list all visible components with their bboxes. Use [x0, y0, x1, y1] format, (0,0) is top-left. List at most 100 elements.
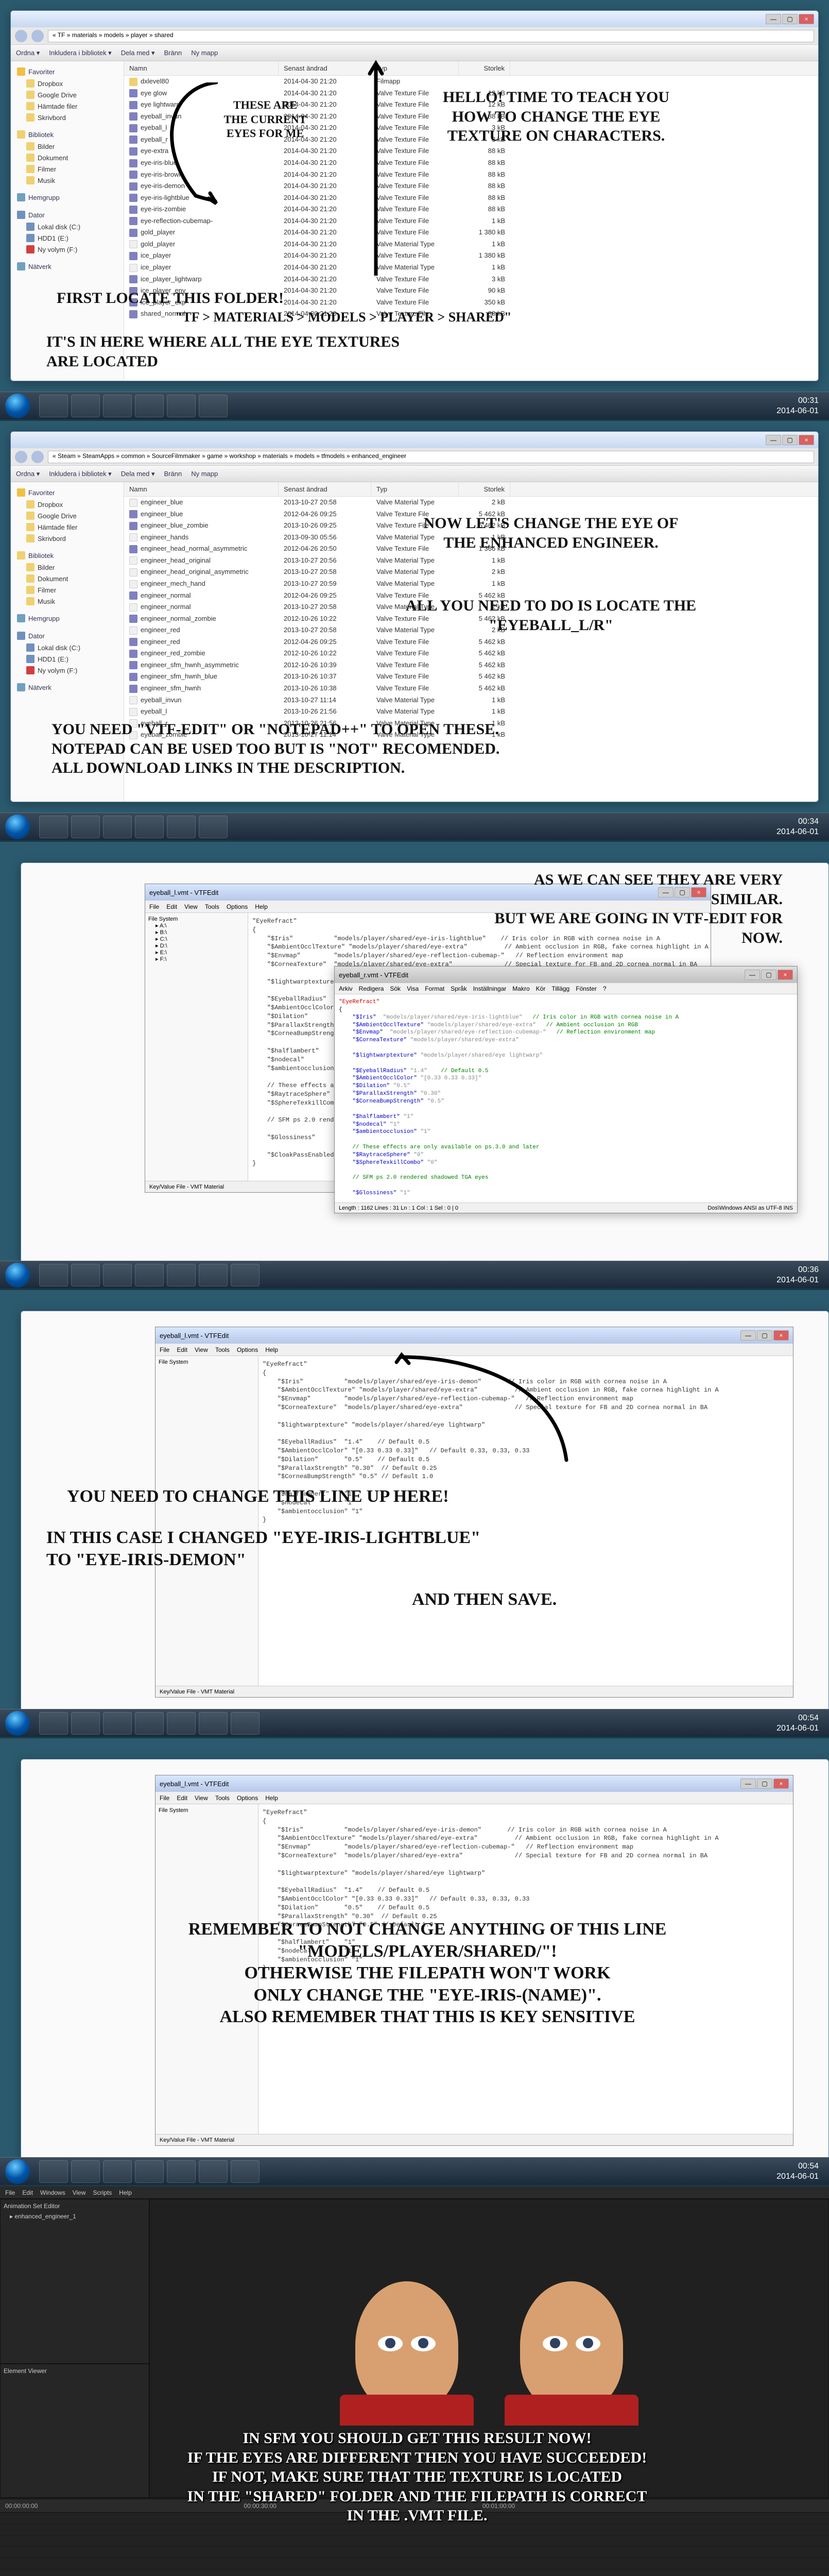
- file-row[interactable]: engineer_head_original2013-10-27 20:56Va…: [124, 555, 818, 567]
- menu-item[interactable]: Format: [425, 985, 444, 992]
- menu-item[interactable]: Edit: [177, 1794, 187, 1802]
- toolbar-newfolder[interactable]: Ny mapp: [191, 470, 218, 478]
- titlebar[interactable]: — ▢ ×: [11, 11, 818, 27]
- min-button[interactable]: —: [766, 14, 781, 24]
- taskbar-item[interactable]: [167, 1264, 196, 1286]
- sidebar-group[interactable]: Favoriter: [11, 65, 124, 78]
- col-name[interactable]: Namn: [124, 61, 279, 75]
- sidebar-item[interactable]: Lokal disk (C:): [11, 642, 124, 653]
- taskbar-item[interactable]: [39, 2160, 68, 2183]
- taskbar-item[interactable]: [135, 395, 164, 417]
- taskbar-item[interactable]: [199, 395, 228, 417]
- taskbar[interactable]: 00:542014-06-01: [0, 2157, 829, 2185]
- sidebar-group[interactable]: Dator: [11, 209, 124, 221]
- taskbar-item[interactable]: [135, 2160, 164, 2183]
- back-button[interactable]: [15, 30, 27, 42]
- menu-item[interactable]: Kör: [536, 985, 546, 992]
- file-row[interactable]: eyeball_invun2013-10-27 11:14Valve Mater…: [124, 694, 818, 706]
- menu-item[interactable]: Help: [265, 1346, 278, 1353]
- taskbar[interactable]: 00:542014-06-01: [0, 1709, 829, 1737]
- file-row[interactable]: engineer_head_original_asymmetric2013-10…: [124, 566, 818, 578]
- sidebar-item[interactable]: Musik: [11, 175, 124, 186]
- start-button[interactable]: [5, 2159, 30, 2184]
- taskbar-item[interactable]: [103, 395, 132, 417]
- file-row[interactable]: eyeball_l2013-10-26 21:56Valve Material …: [124, 706, 818, 718]
- taskbar-item[interactable]: [167, 1712, 196, 1735]
- sidebar-item[interactable]: HDD1 (E:): [11, 653, 124, 665]
- file-row[interactable]: engineer_sfm_hwnh2013-10-26 10:38Valve T…: [124, 683, 818, 694]
- min-button[interactable]: —: [740, 1778, 756, 1789]
- start-button[interactable]: [5, 394, 30, 418]
- menu-item[interactable]: Windows: [40, 2189, 65, 2196]
- sidebar-item[interactable]: Dropbox: [11, 78, 124, 89]
- max-button[interactable]: ▢: [782, 435, 798, 445]
- menu-item[interactable]: Språk: [451, 985, 467, 992]
- taskbar-item[interactable]: [231, 1712, 260, 1735]
- sidebar-item[interactable]: Hämtade filer: [11, 100, 124, 112]
- col-size[interactable]: Storlek: [459, 482, 510, 496]
- taskbar[interactable]: 00:362014-06-01: [0, 1261, 829, 1289]
- menu-item[interactable]: File: [149, 903, 159, 910]
- menu-item[interactable]: File: [160, 1346, 169, 1353]
- menu-item[interactable]: Edit: [22, 2189, 33, 2196]
- menu-item[interactable]: Edit: [166, 903, 177, 910]
- model-node[interactable]: enhanced_engineer_1: [14, 2213, 76, 2220]
- file-row[interactable]: gold_player2014-04-30 21:20Valve Texture…: [124, 227, 818, 239]
- menu-item[interactable]: Scripts: [93, 2189, 112, 2196]
- taskbar-item[interactable]: [39, 1712, 68, 1735]
- taskbar-item[interactable]: [71, 816, 100, 838]
- taskbar-item[interactable]: [103, 2160, 132, 2183]
- file-row[interactable]: engineer_red2012-04-26 09:25Valve Textur…: [124, 636, 818, 648]
- taskbar-item[interactable]: [199, 816, 228, 838]
- toolbar-burn[interactable]: Bränn: [164, 470, 182, 478]
- sidebar-item[interactable]: Skrivbord: [11, 533, 124, 544]
- menu-item[interactable]: Options: [237, 1794, 258, 1802]
- menu-item[interactable]: Tools: [215, 1346, 230, 1353]
- file-tree[interactable]: File System ▸ A:\▸ B:\▸ C:\▸ D:\▸ E:\▸ F…: [145, 913, 248, 1181]
- menu-item[interactable]: View: [195, 1346, 208, 1353]
- menu-item[interactable]: Sök: [390, 985, 401, 992]
- file-row[interactable]: eye-reflection-cubemap-2014-04-30 21:20V…: [124, 215, 818, 227]
- menu-item[interactable]: File: [160, 1794, 169, 1802]
- sidebar-item[interactable]: Filmer: [11, 584, 124, 596]
- file-row[interactable]: engineer_mech_hand2013-10-27 20:59Valve …: [124, 578, 818, 590]
- max-button[interactable]: ▢: [757, 1778, 772, 1789]
- file-row[interactable]: engineer_blue2013-10-27 20:58Valve Mater…: [124, 497, 818, 509]
- taskbar-item[interactable]: [231, 2160, 260, 2183]
- sidebar-item[interactable]: Bilder: [11, 141, 124, 152]
- col-type[interactable]: Typ: [371, 482, 459, 496]
- col-name[interactable]: Namn: [124, 482, 279, 496]
- sidebar-item[interactable]: Dokument: [11, 573, 124, 584]
- file-row[interactable]: ice_player2014-04-30 21:20Valve Texture …: [124, 250, 818, 262]
- taskbar-item[interactable]: [71, 1264, 100, 1286]
- breadcrumb[interactable]: « TF » materials » models » player » sha…: [48, 30, 814, 42]
- close-button[interactable]: ×: [799, 14, 814, 24]
- toolbar-share[interactable]: Dela med ▾: [121, 470, 155, 478]
- max-button[interactable]: ▢: [757, 1330, 772, 1341]
- taskbar-item[interactable]: [103, 1264, 132, 1286]
- close-button[interactable]: ×: [773, 1778, 789, 1789]
- menu-item[interactable]: Help: [255, 903, 268, 910]
- menu-item[interactable]: Inställningar: [473, 985, 507, 992]
- file-row[interactable]: engineer_sfm_hwnh_asymmetric2012-10-26 1…: [124, 659, 818, 671]
- sidebar-item[interactable]: HDD1 (E:): [11, 232, 124, 244]
- file-tree[interactable]: File System: [156, 1356, 258, 1686]
- taskbar-item[interactable]: [71, 395, 100, 417]
- taskbar-item[interactable]: [103, 1712, 132, 1735]
- clock[interactable]: 00:542014-06-01: [776, 1713, 824, 1733]
- menu-item[interactable]: Fönster: [576, 985, 597, 992]
- sidebar-item[interactable]: Bilder: [11, 562, 124, 573]
- menu-item[interactable]: Visa: [407, 985, 419, 992]
- menu-item[interactable]: Makro: [512, 985, 529, 992]
- close-button[interactable]: ×: [773, 1330, 789, 1341]
- sidebar-group[interactable]: Bibliotek: [11, 549, 124, 562]
- sidebar-item[interactable]: Ny volym (F:): [11, 244, 124, 255]
- menu-item[interactable]: ?: [603, 985, 607, 992]
- menu-item[interactable]: File: [5, 2189, 15, 2196]
- file-row[interactable]: ice_player_lightwarp2014-04-30 21:20Valv…: [124, 274, 818, 285]
- taskbar-item[interactable]: [167, 2160, 196, 2183]
- taskbar-item[interactable]: [167, 816, 196, 838]
- taskbar-item[interactable]: [135, 1264, 164, 1286]
- sidebar-item[interactable]: Musik: [11, 596, 124, 607]
- sidebar-item[interactable]: Google Drive: [11, 510, 124, 521]
